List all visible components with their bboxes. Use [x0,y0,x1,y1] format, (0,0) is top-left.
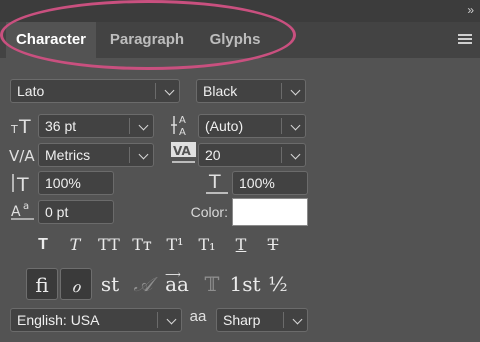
collapse-panel-icon[interactable]: » [467,3,474,17]
chevron-down-icon [166,314,177,325]
tracking-select[interactable]: 20 [198,143,306,167]
horizontal-scale-icon: T [204,170,230,198]
panel-top-strip [0,0,480,22]
leading-field[interactable]: (Auto) [198,114,306,138]
svg-text:V/A: V/A [9,147,35,165]
panel-menu-icon[interactable] [458,34,472,45]
select-divider [129,147,130,163]
svg-text:T: T [18,116,31,136]
stylistic-alternates-button[interactable]: aa ⟶ [160,268,194,300]
chevron-down-icon [290,149,301,160]
font-size-value: 36 pt [45,118,77,134]
ligatures-button[interactable]: fi [26,268,58,300]
tracking-value: 20 [205,147,221,163]
faux-italic-button[interactable]: T [62,232,88,258]
kerning-value: Metrics [45,147,91,163]
leading-value: (Auto) [205,118,244,134]
swash-button[interactable]: 𝒜 [127,268,159,300]
kerning-select[interactable]: Metrics [38,143,154,167]
ordinals-button[interactable]: 1st [228,268,262,300]
kerning-icon: V/A [9,145,37,167]
strikethrough-button[interactable]: T [260,232,286,258]
svg-text:a: a [23,201,29,212]
vertical-scale-field[interactable]: 100% [38,171,114,195]
tracking-icon: VA [170,141,198,169]
horizontal-scale-value: 100% [239,175,275,191]
chevron-down-icon [290,85,301,96]
font-style-select[interactable]: Black [196,79,306,103]
anti-aliasing-icon: aa [189,308,207,325]
language-select[interactable]: English: USA [10,308,182,332]
anti-aliasing-value: Sharp [223,312,261,328]
anti-aliasing-select[interactable]: Sharp [216,308,308,332]
superscript-button[interactable]: T¹ [162,232,188,258]
tab-paragraph[interactable]: Paragraph [98,22,196,58]
underline-button[interactable]: T [228,232,254,258]
select-divider [281,83,282,99]
contextual-alternates-button[interactable]: ℴ [60,268,92,300]
discretionary-ligatures-button[interactable]: st [94,268,126,300]
chevron-down-icon [292,314,303,325]
subscript-button[interactable]: T₁ [194,232,220,258]
chevron-down-icon [138,120,149,131]
chevron-down-icon [138,149,149,160]
baseline-shift-icon: Aa [10,199,36,223]
chevron-down-icon [290,120,301,131]
small-caps-button[interactable]: Tᴛ [128,232,156,258]
font-size-icon: TT [10,116,36,138]
fractions-button[interactable]: ½ [262,268,294,300]
svg-text:T: T [208,171,221,193]
font-family-value: Lato [17,83,45,99]
vertical-scale-value: 100% [45,175,81,191]
select-divider [281,147,282,163]
horizontal-scale-field[interactable]: 100% [232,171,308,195]
svg-text:T: T [16,174,29,194]
baseline-shift-field[interactable]: 0 pt [38,200,114,224]
color-label: Color: [190,204,228,220]
svg-text:VA: VA [173,144,191,158]
font-style-value: Black [203,83,238,99]
font-size-field[interactable]: 36 pt [38,114,154,138]
arrow-right-icon: ⟶ [165,268,181,281]
font-family-select[interactable]: Lato [10,79,180,103]
faux-bold-button[interactable]: T [30,232,56,258]
select-divider [281,118,282,134]
svg-text:T: T [10,123,18,136]
baseline-shift-value: 0 pt [45,204,69,220]
select-divider [283,312,284,328]
tab-character[interactable]: Character [6,22,96,58]
language-value: English: USA [17,312,100,328]
color-swatch[interactable] [232,198,308,226]
svg-text:A: A [179,115,186,126]
ordinals-glyph: 1st [229,272,261,296]
select-divider [129,118,130,134]
svg-text:A: A [179,127,186,138]
select-divider [157,312,158,328]
titling-alternates-button[interactable]: 𝕋 [196,268,228,300]
all-caps-button[interactable]: TT [94,232,124,258]
chevron-down-icon [164,85,175,96]
tab-glyphs[interactable]: Glyphs [198,22,272,58]
svg-text:A: A [11,204,21,220]
leading-icon: AA [170,112,196,140]
vertical-scale-icon: T [10,172,36,196]
select-divider [155,83,156,99]
